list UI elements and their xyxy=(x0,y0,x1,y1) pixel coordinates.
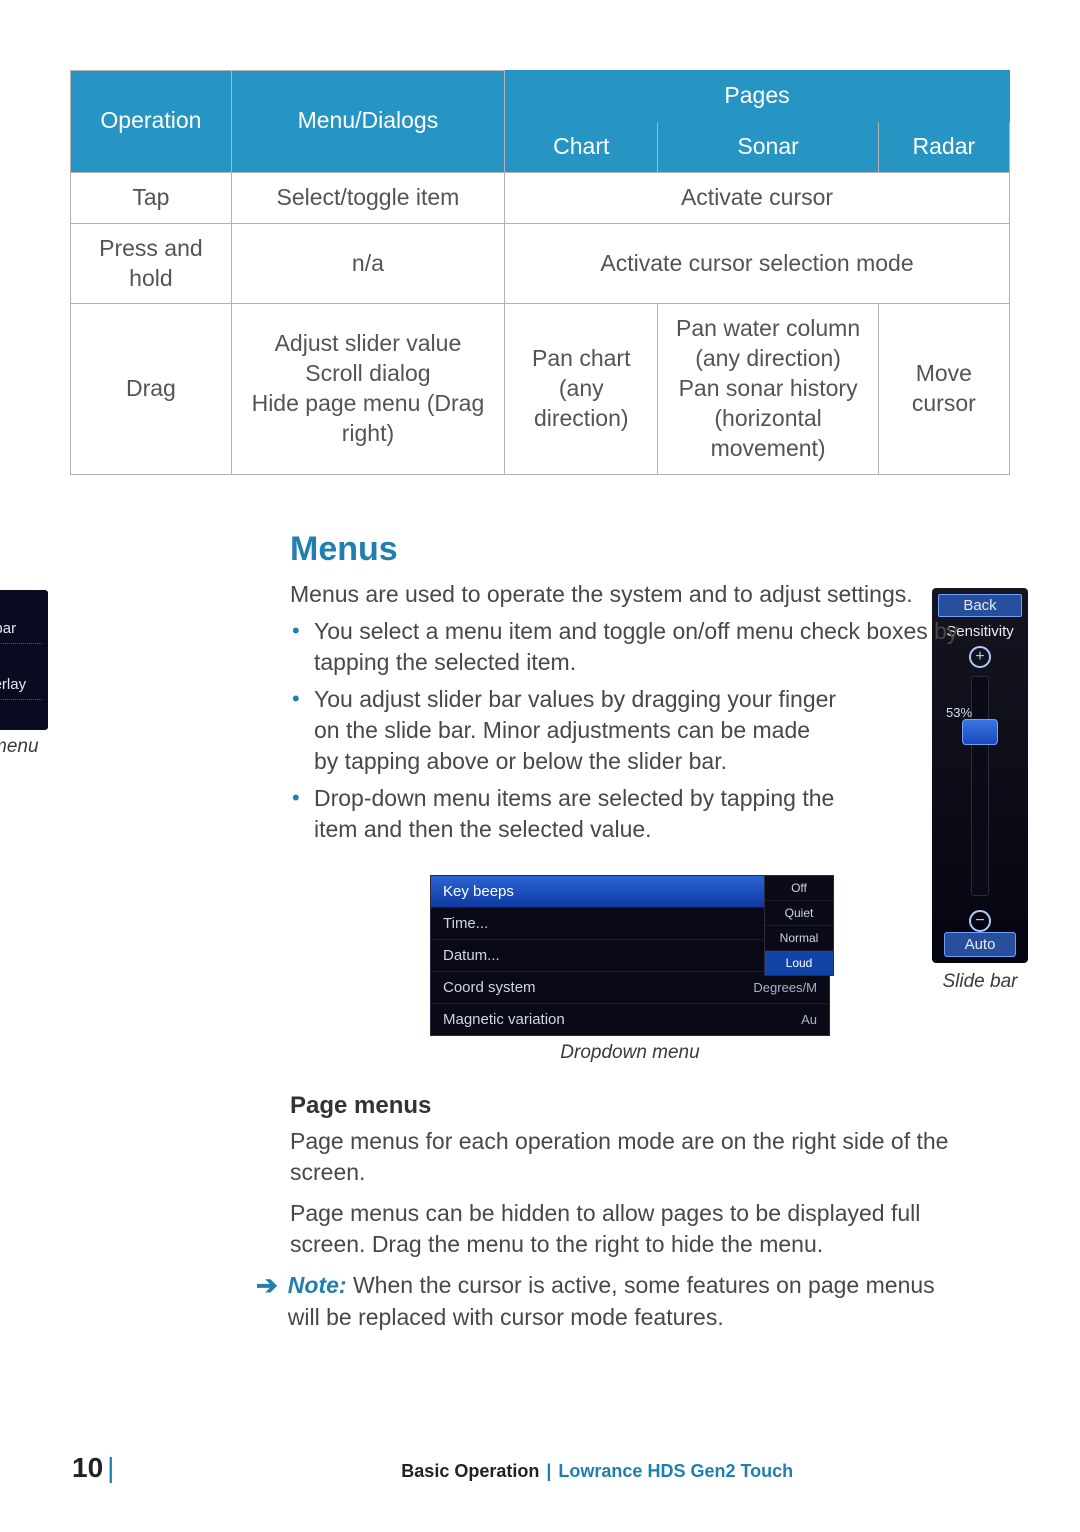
slider-track: 53% xyxy=(971,676,989,896)
table-row: Tap Select/toggle item Activate cursor xyxy=(71,172,1010,223)
page-menus-p2: Page menus can be hidden to allow pages … xyxy=(290,1198,970,1260)
page-number: 10| xyxy=(72,1452,114,1484)
cell-press-op: Press and hold xyxy=(71,223,232,304)
dd-option: Quiet xyxy=(765,901,833,926)
minus-icon: − xyxy=(969,910,991,932)
dd-option: Normal xyxy=(765,926,833,951)
dd-label: Datum... xyxy=(443,947,500,964)
dd-option: Loud xyxy=(765,951,833,975)
cell-drag-chart: Pan chart (any direction) xyxy=(505,304,658,474)
page-footer: 10| Basic Operation | Lowrance HDS Gen2 … xyxy=(0,1452,1080,1484)
footer-title: Basic Operation | Lowrance HDS Gen2 Touc… xyxy=(401,1461,793,1482)
toggle-item-label: Audio bar xyxy=(0,620,42,644)
table-row: Press and hold n/a Activate cursor selec… xyxy=(71,223,1010,304)
dd-label: Magnetic variation xyxy=(443,1011,565,1028)
section-title-menus: Menus xyxy=(290,530,970,569)
back-button: Back xyxy=(938,594,1022,617)
bullet-item: You select a menu item and toggle on/off… xyxy=(290,616,970,678)
note-block: ➔ Note: When the cursor is active, some … xyxy=(256,1270,970,1332)
bullet-item: Drop-down menu items are selected by tap… xyxy=(290,783,970,845)
dd-row: Coord system Degrees/M xyxy=(431,972,829,1004)
cell-press-pages: Activate cursor selection mode xyxy=(505,223,1010,304)
toggle-menu-caption: Toggle menu xyxy=(0,736,48,758)
slide-bar-caption: Slide bar xyxy=(932,971,1028,993)
touch-operations-table: Operation Menu/Dialogs Pages Chart Sonar… xyxy=(70,70,1010,475)
cell-press-menu: n/a xyxy=(231,223,504,304)
plus-icon: + xyxy=(969,646,991,668)
dropdown-caption: Dropdown menu xyxy=(430,1042,830,1064)
cell-drag-radar: Move cursor xyxy=(878,304,1009,474)
subheading-page-menus: Page menus xyxy=(290,1092,970,1120)
dd-value: Au xyxy=(801,1012,817,1027)
dd-row: Magnetic variation Au xyxy=(431,1004,829,1035)
cell-drag-op: Drag xyxy=(71,304,232,474)
toggle-menu-screenshot: Audio bar Data overlay Toggle menu xyxy=(0,590,48,758)
cell-drag-sonar: Pan water column (any direction) Pan son… xyxy=(658,304,878,474)
bullet-item: You adjust slider bar values by dragging… xyxy=(290,684,970,777)
th-chart: Chart xyxy=(505,121,658,172)
arrow-right-icon: ➔ xyxy=(256,1270,278,1301)
th-radar: Radar xyxy=(878,121,1009,172)
cell-tap-op: Tap xyxy=(71,172,232,223)
th-pages: Pages xyxy=(505,71,1010,122)
th-operation: Operation xyxy=(71,71,232,173)
note-label: Note: xyxy=(288,1272,347,1298)
dd-options-popup: Off Quiet Normal Loud xyxy=(764,875,834,976)
page-menus-p1: Page menus for each operation mode are o… xyxy=(290,1126,970,1188)
th-menu-dialogs: Menu/Dialogs xyxy=(231,71,504,173)
auto-button: Auto xyxy=(944,932,1016,957)
cell-drag-menu: Adjust slider value Scroll dialog Hide p… xyxy=(231,304,504,474)
table-row: Drag Adjust slider value Scroll dialog H… xyxy=(71,304,1010,474)
dd-label: Time... xyxy=(443,915,488,932)
dropdown-menu-screenshot: Key beeps Loud Time... Datum... Coord sy… xyxy=(430,875,830,1064)
dd-label: Coord system xyxy=(443,979,536,996)
cell-tap-menu: Select/toggle item xyxy=(231,172,504,223)
th-sonar: Sonar xyxy=(658,121,878,172)
intro-paragraph: Menus are used to operate the system and… xyxy=(290,579,970,610)
cell-tap-pages: Activate cursor xyxy=(505,172,1010,223)
dd-value: Degrees/M xyxy=(753,980,817,995)
dd-option: Off xyxy=(765,876,833,901)
dd-label: Key beeps xyxy=(443,883,514,900)
note-text: Note: When the cursor is active, some fe… xyxy=(288,1270,970,1332)
toggle-item-label: Data overlay xyxy=(0,676,42,700)
